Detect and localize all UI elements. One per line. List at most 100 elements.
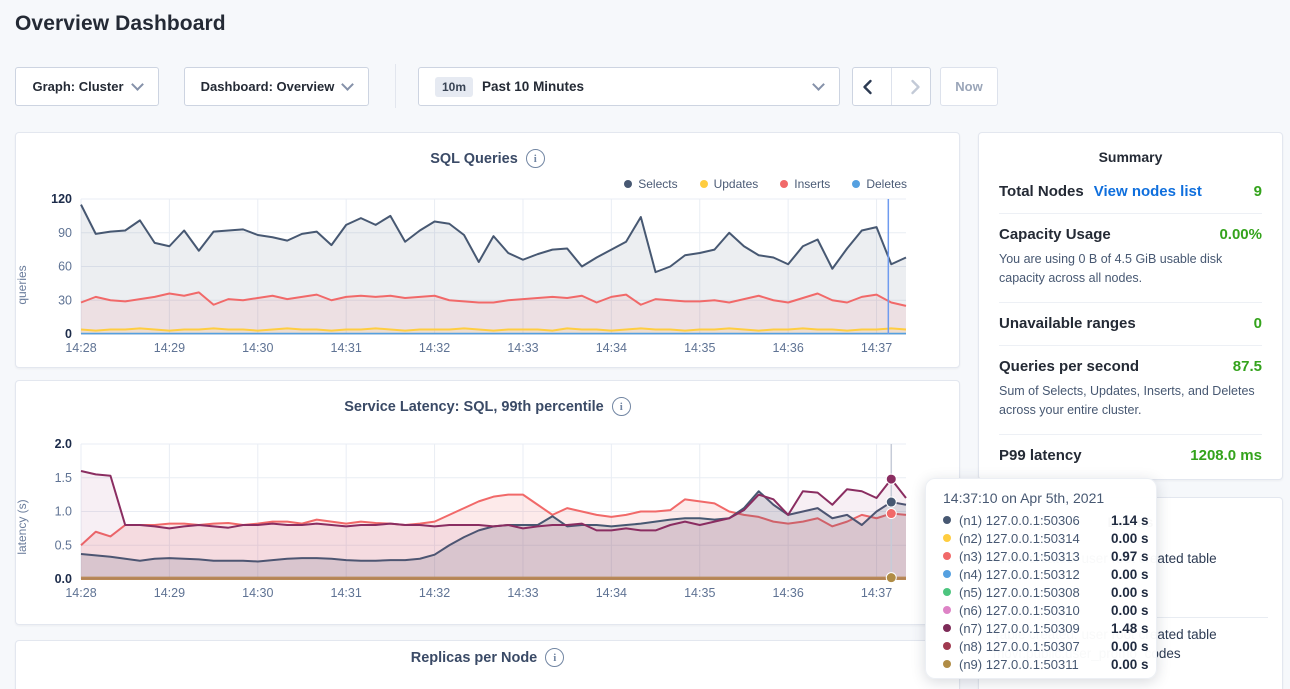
summary-row-line: Queries per second 87.5 (999, 358, 1262, 375)
chevron-down-icon (341, 78, 354, 91)
now-button[interactable]: Now (940, 67, 998, 106)
summary-row-p99-latency: P99 latency 1208.0 ms (999, 435, 1262, 477)
now-button-label: Now (955, 79, 982, 94)
y-tick-label: 90 (58, 226, 72, 240)
x-tick-label: 14:34 (596, 341, 627, 355)
summary-rows: Total Nodes View nodes list 9 Capacity Usag… (999, 171, 1262, 477)
legend-dot-icon (852, 180, 860, 188)
x-tick-label: 14:28 (65, 586, 96, 600)
tooltip-node-value: 0.00 s (1111, 567, 1149, 582)
y-tick-label: 1.0 (55, 505, 72, 519)
node-color-dot-icon (943, 660, 951, 668)
summary-row-value: 0 (1254, 315, 1262, 332)
tooltip-row: (n4) 127.0.0.1:503120.00 s (943, 565, 1156, 583)
tooltip-node-value: 0.00 s (1111, 657, 1149, 672)
tooltip-node-value: 0.00 s (1111, 603, 1149, 618)
node-color-dot-icon (943, 552, 951, 560)
tooltip-node-value: 0.00 s (1111, 585, 1149, 600)
sql-queries-plot[interactable]: 14:2814:2914:3014:3114:3214:3314:3414:35… (16, 189, 961, 361)
chevron-right-icon (910, 79, 921, 95)
service-latency-title-row: Service Latency: SQL, 99th percentile i (16, 397, 959, 416)
tooltip-row: (n9) 127.0.0.1:503110.00 s (943, 655, 1156, 673)
legend-dot-icon (624, 180, 632, 188)
info-icon[interactable]: i (526, 149, 545, 168)
info-icon[interactable]: i (612, 397, 631, 416)
node-color-dot-icon (943, 624, 951, 632)
x-tick-label: 14:35 (684, 586, 715, 600)
x-tick-label: 14:37 (861, 341, 892, 355)
y-tick-label: 1.5 (55, 471, 72, 485)
x-tick-label: 14:34 (596, 586, 627, 600)
summary-row-total-nodes: Total Nodes View nodes list 9 (999, 171, 1262, 214)
summary-row-unavailable-ranges: Unavailable ranges0 (999, 303, 1262, 346)
crosshair-dot (886, 509, 896, 519)
node-color-dot-icon (943, 642, 951, 650)
y-tick-label: 30 (58, 293, 72, 307)
graph-dropdown[interactable]: Graph: Cluster (15, 67, 159, 106)
tooltip-node-label: (n3) 127.0.0.1:50313 (959, 549, 1111, 564)
tooltip-node-label: (n4) 127.0.0.1:50312 (959, 567, 1111, 582)
chevron-left-icon (862, 79, 873, 95)
summary-row-queries-per-second: Queries per second 87.5 Sum of Selects, Up… (999, 346, 1262, 435)
legend-dot-icon (780, 180, 788, 188)
time-window-dropdown[interactable]: 10m Past 10 Minutes (418, 67, 840, 106)
service-latency-card: Service Latency: SQL, 99th percentile i … (15, 380, 960, 625)
tooltip-row: (n8) 127.0.0.1:503070.00 s (943, 637, 1156, 655)
x-tick-label: 14:33 (507, 586, 538, 600)
next-interval-button[interactable] (901, 68, 930, 105)
summary-row-value: 9 (1254, 183, 1262, 200)
y-tick-label: 0.5 (55, 538, 72, 552)
tooltip-row: (n5) 127.0.0.1:503080.00 s (943, 583, 1156, 601)
summary-row-label: Capacity Usage (999, 226, 1111, 243)
chart-title-text: Service Latency: SQL, 99th percentile (344, 399, 604, 415)
summary-row-line: Capacity Usage 0.00% (999, 226, 1262, 243)
tooltip-time: 14:37:10 (943, 490, 998, 506)
y-tick-label: 2.0 (55, 437, 72, 451)
toolbar-divider (395, 64, 396, 108)
crosshair-dot (886, 573, 896, 583)
chart-title-text: Replicas per Node (411, 650, 538, 666)
node-color-dot-icon (943, 588, 951, 596)
tooltip-node-label: (n2) 127.0.0.1:50314 (959, 531, 1111, 546)
prev-interval-button[interactable] (853, 68, 882, 105)
summary-row-value: 87.5 (1233, 358, 1262, 375)
x-tick-label: 14:32 (419, 341, 450, 355)
replicas-per-node-card: Replicas per Node i (15, 640, 960, 689)
x-tick-label: 14:31 (331, 341, 362, 355)
dashboard-dropdown[interactable]: Dashboard: Overview (184, 67, 369, 106)
dashboard-dropdown-label: Dashboard: Overview (201, 79, 335, 94)
summary-row-label: Queries per second (999, 358, 1139, 375)
x-tick-label: 14:36 (773, 586, 804, 600)
tooltip-row: (n2) 127.0.0.1:503140.00 s (943, 529, 1156, 547)
summary-row-label: Total Nodes (999, 183, 1084, 200)
chevron-down-icon (812, 78, 825, 91)
y-tick-label: 0 (65, 327, 72, 341)
x-tick-label: 14:30 (242, 586, 273, 600)
tooltip-node-label: (n6) 127.0.0.1:50310 (959, 603, 1111, 618)
crosshair-dot (886, 497, 896, 507)
summary-row-value: 0.00% (1219, 226, 1262, 243)
info-icon[interactable]: i (545, 648, 564, 667)
summary-row-value: 1208.0 ms (1190, 447, 1262, 464)
overview-dashboard-page: Overview Dashboard Graph: Cluster Dashbo… (0, 0, 1290, 689)
tooltip-node-value: 1.48 s (1111, 621, 1149, 636)
summary-row-label: P99 latency (999, 447, 1082, 464)
x-tick-label: 14:32 (419, 586, 450, 600)
x-tick-label: 14:31 (331, 586, 362, 600)
time-nav-group (852, 67, 931, 106)
node-color-dot-icon (943, 534, 951, 542)
summary-row-line: P99 latency 1208.0 ms (999, 447, 1262, 464)
graph-dropdown-label: Graph: Cluster (32, 79, 123, 94)
service-latency-plot[interactable]: 14:2814:2914:3014:3114:3214:3314:3414:35… (16, 434, 961, 606)
summary-row-line: Total Nodes View nodes list 9 (999, 183, 1262, 200)
chart-title-text: SQL Queries (430, 151, 518, 167)
x-tick-label: 14:35 (684, 341, 715, 355)
tooltip-row: (n1) 127.0.0.1:503061.14 s (943, 511, 1156, 529)
time-window-label: Past 10 Minutes (482, 79, 584, 94)
time-window-badge: 10m (435, 77, 473, 97)
summary-row-description: Sum of Selects, Updates, Inserts, and De… (999, 382, 1262, 421)
chevron-down-icon (131, 78, 144, 91)
tooltip-row: (n7) 127.0.0.1:503091.48 s (943, 619, 1156, 637)
crosshair-dot (886, 474, 896, 484)
view-nodes-list-link[interactable]: View nodes list (1094, 183, 1202, 200)
